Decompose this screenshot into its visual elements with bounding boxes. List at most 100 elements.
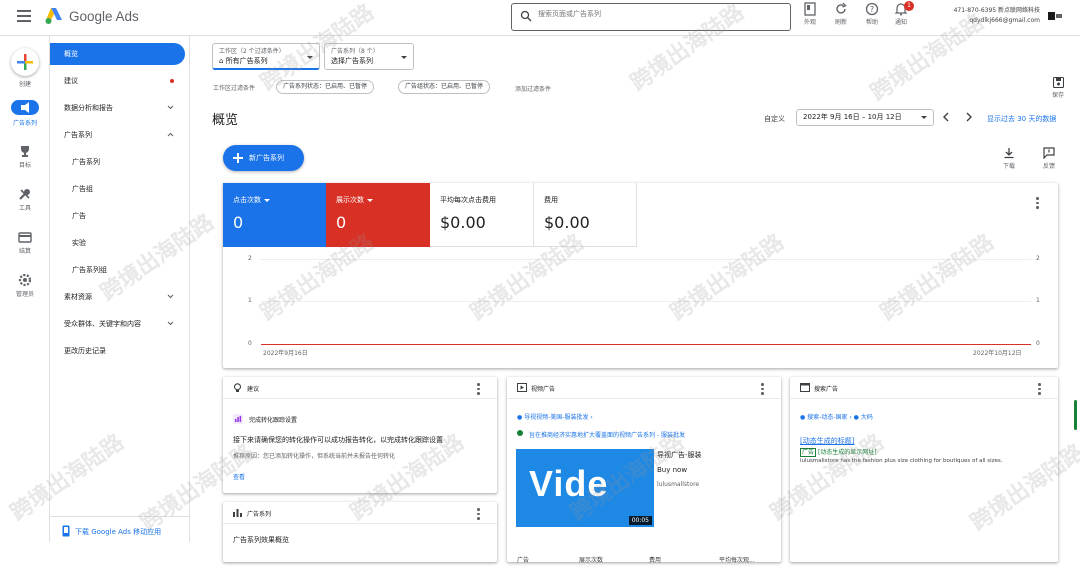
filter-chip-campaign-status[interactable]: 广告系列状态：已启用、已暂停	[276, 80, 375, 94]
nav-change-history-label: 更改历史记录	[64, 347, 106, 355]
video-ad-domain: lulusmallstore	[657, 481, 700, 488]
metric-avg-cpc-label: 平均每次点击费用	[440, 196, 496, 204]
y-tick-left: 1	[248, 297, 252, 304]
refresh-label: 刷新	[834, 19, 847, 26]
rail-tools[interactable]: 工具	[0, 187, 50, 212]
show-last-30-days-link[interactable]: 显示过去 30 天的数据	[987, 114, 1056, 124]
search-box[interactable]	[511, 3, 791, 31]
rail-goals[interactable]: 目标	[0, 144, 50, 169]
save-button[interactable]: 保存	[1048, 76, 1068, 99]
page-title: 概览	[212, 113, 239, 128]
left-rail: 创建 广告系列 目标 工具 结算 管理员	[0, 36, 50, 542]
account-id: 471-870-6395 新点联网络科技	[953, 7, 1040, 14]
plus-icon	[233, 153, 243, 163]
add-filter-button[interactable]: 添加过滤条件	[515, 84, 551, 93]
workspace-filter[interactable]: 工作区（2 个过滤条件） ⌂ 所有广告系列	[212, 43, 320, 70]
video-thumbnail[interactable]: Vide 00:05	[516, 449, 654, 527]
card-header: 搜索广告	[790, 377, 1058, 399]
nav-experiments[interactable]: 实验	[50, 232, 190, 254]
metric-cost-label: 费用	[544, 196, 558, 204]
video-duration: 00:05	[628, 516, 652, 525]
campaign-filter[interactable]: 广告系列（8 个） 选择广告系列	[324, 43, 414, 70]
more-vert-icon[interactable]	[477, 508, 481, 522]
rail-admin[interactable]: 管理员	[0, 273, 50, 298]
nav-ads[interactable]: 广告	[50, 205, 190, 227]
nav-campaigns-group[interactable]: 广告系列	[50, 124, 190, 146]
date-range-value: 2022年 9月 16日 – 10月 12日	[803, 113, 902, 121]
rail-goals-label: 目标	[18, 162, 31, 169]
metric-cost-value: $0.00	[544, 213, 590, 232]
more-vert-icon[interactable]	[1036, 197, 1040, 211]
rail-campaigns[interactable]: 广告系列	[0, 100, 50, 127]
rail-billing[interactable]: 结算	[0, 230, 50, 255]
workspace-value-text: 所有广告系列	[225, 57, 268, 65]
campaigns-megaphone-icon	[11, 100, 39, 115]
mobile-app-link[interactable]: 下载 Google Ads 移动应用	[50, 516, 190, 578]
video-breadcrumb[interactable]: ● 导视视频-美国-服装批发 ›	[517, 412, 593, 421]
chevron-down-icon	[167, 321, 174, 326]
nav-assets-label: 素材资源	[64, 293, 92, 301]
metric-impressions[interactable]: 展示次数 0	[326, 183, 430, 247]
notification-dot	[170, 79, 174, 83]
search-breadcrumb[interactable]: ● 搜索-动态-国家 › ● 大码	[800, 412, 873, 421]
nav-campaign-groups[interactable]: 广告系列组	[50, 259, 190, 281]
lightbulb-icon	[233, 383, 242, 392]
prev-period-button[interactable]	[940, 110, 952, 124]
next-period-button[interactable]	[963, 110, 975, 124]
performance-chart-card: 点击次数 0 展示次数 0 平均每次点击费用 $0.00 费用 $0.00 2 …	[223, 183, 1058, 368]
filter-chip-adgroup-status[interactable]: 广告组状态：已启用、已暂停	[398, 80, 491, 94]
nav-recommendations[interactable]: 建议	[50, 70, 190, 92]
home-icon: ⌂	[219, 57, 224, 65]
nav-campaigns[interactable]: 广告系列	[50, 151, 190, 173]
more-vert-icon[interactable]	[477, 383, 481, 397]
search-icon	[520, 10, 532, 22]
new-campaign-button[interactable]: 新广告系列	[223, 145, 304, 171]
date-range-picker[interactable]: 2022年 9月 16日 – 10月 12日	[796, 109, 934, 126]
search-ads-card: 搜索广告 ● 搜索-动态-国家 › ● 大码 [动态生成的标题] 广告 [动态生…	[790, 377, 1058, 562]
feedback-button[interactable]: 反馈	[1038, 147, 1060, 170]
dropdown-arrow-icon	[307, 56, 313, 59]
nav-insights-reports[interactable]: 数据分析和报告	[50, 97, 190, 119]
campaign-filter-value: 选择广告系列	[331, 57, 373, 65]
help-button[interactable]: ? 帮助	[857, 2, 887, 26]
scrollbar[interactable]	[1074, 400, 1077, 430]
nav-assets[interactable]: 素材资源	[50, 286, 190, 308]
top-bar: Google Ads 外观 刷新 ? 帮助 通知 1 471-870-6395 …	[0, 0, 1080, 36]
avatar[interactable]	[1048, 12, 1062, 20]
account-info[interactable]: 471-870-6395 新点联网络科技 qdydlkj666@gmail.co…	[940, 6, 1040, 26]
metric-avg-cpc-value: $0.00	[440, 213, 486, 232]
nav-audiences[interactable]: 受众群体、关键字和内容	[50, 313, 190, 335]
download-button[interactable]: 下载	[998, 147, 1020, 170]
search-ad-headline[interactable]: [动态生成的标题]	[800, 436, 854, 446]
video-ads-card: 视频广告 ● 导视视频-美国-服装批发 › 旨在推商经济实惠地扩大覆盖面的视频广…	[507, 377, 781, 564]
chevron-down-icon	[167, 105, 174, 110]
dropdown-arrow-icon	[367, 198, 373, 202]
more-vert-icon[interactable]	[761, 383, 765, 397]
workspace-filters-label: 工作区过滤条件	[213, 85, 256, 92]
metric-impressions-value: 0	[336, 213, 347, 232]
more-vert-icon[interactable]	[1038, 383, 1042, 397]
x-tick-end: 2022年10月12日	[973, 350, 1022, 357]
nav-overview[interactable]: 概览	[50, 43, 185, 65]
help-label: 帮助	[865, 19, 878, 26]
rail-create[interactable]: 创建	[0, 48, 50, 88]
video-campaign-link[interactable]: 旨在推商经济实惠地扩大覆盖面的视频广告系列 - 服装批发	[529, 430, 685, 439]
search-ad-url-line: 广告 [动态生成的显示网址]	[800, 447, 877, 457]
appearance-button[interactable]: 外观	[795, 2, 825, 26]
nav-ad-groups[interactable]: 广告组	[50, 178, 190, 200]
card-title: 搜索广告	[814, 386, 839, 393]
menu-icon[interactable]	[17, 10, 31, 22]
svg-text:?: ?	[870, 5, 874, 14]
search-input[interactable]	[538, 10, 778, 18]
metric-clicks[interactable]: 点击次数 0	[223, 183, 326, 247]
y-tick-right: 2	[1036, 255, 1040, 262]
download-label: 下载	[1002, 163, 1015, 170]
notifications-button[interactable]: 通知 1	[886, 1, 916, 26]
metric-cost[interactable]: 费用 $0.00	[534, 183, 637, 247]
refresh-button[interactable]: 刷新	[826, 2, 856, 26]
mobile-app-link-label: 下载 Google Ads 移动应用	[75, 528, 162, 536]
google-ads-logo[interactable]: Google Ads	[44, 7, 139, 25]
nav-change-history[interactable]: 更改历史记录	[50, 340, 190, 362]
view-suggestion-link[interactable]: 查看	[233, 472, 245, 481]
metric-avg-cpc[interactable]: 平均每次点击费用 $0.00	[430, 183, 534, 247]
